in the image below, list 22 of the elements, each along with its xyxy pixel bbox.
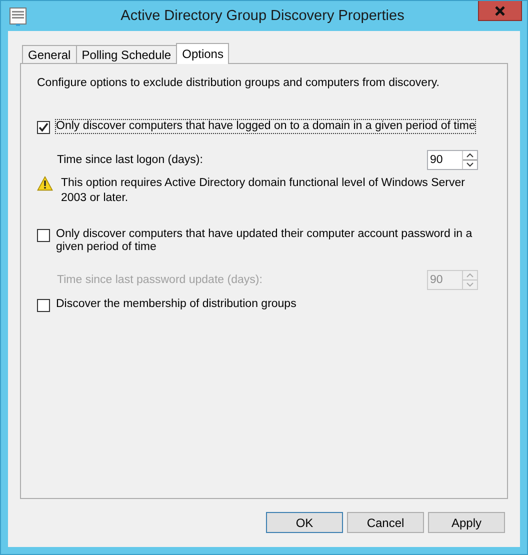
checkbox-label: Discover the membership of distribution groups (56, 298, 298, 311)
description-text: Configure options to exclude distribution groups and computers from discovery. (37, 77, 440, 89)
close-button[interactable] (478, 1, 522, 21)
tab[interactable]: General (22, 45, 77, 63)
dialog-button[interactable]: OK (266, 512, 343, 533)
warning-icon (37, 176, 53, 191)
properties-icon (8, 6, 28, 26)
number-spinner[interactable]: 90 (427, 150, 478, 170)
dialog-button[interactable]: Cancel (347, 512, 424, 533)
close-icon (494, 6, 506, 16)
warning-text: This option requires Active Directory domain functional level of Windows Server 2003 or later. (61, 176, 466, 206)
checkbox-label: Only discover computers that have logged on to a domain in a given period of time (56, 120, 476, 133)
tab[interactable]: Options (176, 43, 230, 64)
checkbox[interactable] (37, 299, 50, 312)
checkbox[interactable] (37, 121, 50, 134)
field-label: Time since last password update (days): (57, 274, 264, 286)
checkbox[interactable] (37, 229, 50, 242)
field-label: Time since last logon (days): (57, 154, 204, 166)
checkbox-label: Only discover computers that have updated their computer account password in a given period of time (56, 228, 474, 254)
dialog-button[interactable]: Apply (428, 512, 505, 533)
tab[interactable]: Polling Schedule (76, 45, 178, 63)
window-title: Active Directory Group Discovery Properties (120, 8, 406, 24)
